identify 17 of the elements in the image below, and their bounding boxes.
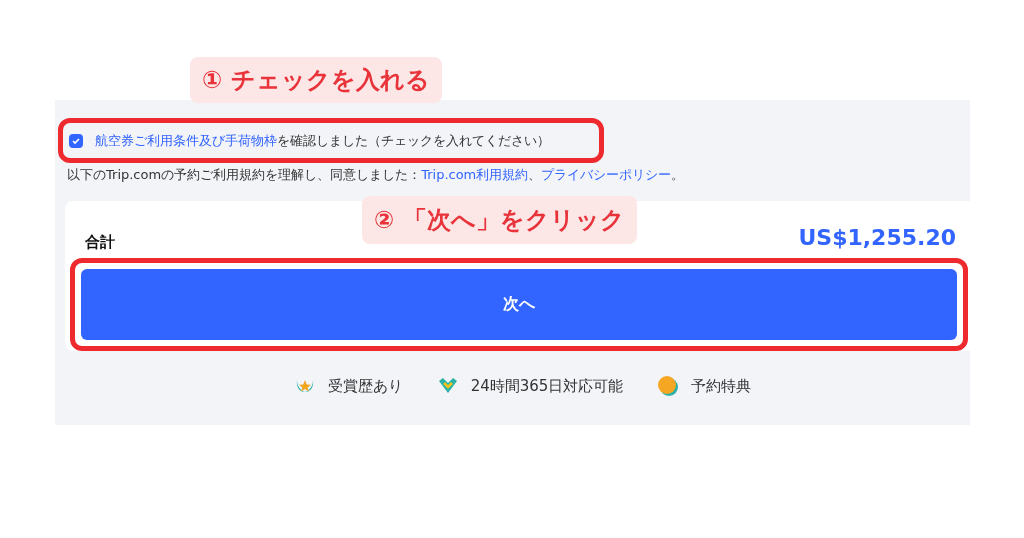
check-icon: [71, 135, 81, 146]
agreement-text: 以下のTrip.comの予約ご利用規約を理解し、同意しました：Trip.com利用規約、プライバシーポリシー。: [67, 166, 686, 184]
next-button[interactable]: 次へ: [81, 268, 957, 340]
terms-link[interactable]: プライバシーポリシー: [541, 167, 672, 182]
annotation-label: ① チェックを入れる: [190, 57, 442, 103]
conditions-link[interactable]: 航空券ご利用条件及び手荷物枠: [95, 132, 277, 148]
feature-label: 予約特典: [691, 375, 752, 397]
coin-icon: [657, 374, 680, 397]
terms-link[interactable]: Trip.com利用規約: [421, 167, 529, 182]
consent-text: 航空券ご利用条件及び手荷物枠を確認しました（チェックを入れてください）: [95, 131, 550, 150]
feature-label: 24時間365日対応可能: [470, 375, 624, 397]
annotation-label: ② 「次へ」をクリック: [362, 196, 637, 244]
checkbox[interactable]: [69, 133, 83, 148]
total-amount: US$1,255.20: [798, 223, 956, 252]
total-label: 合計: [85, 232, 115, 253]
feature-label: 受賞歴あり: [327, 375, 403, 397]
heart-check-icon: [436, 376, 459, 395]
